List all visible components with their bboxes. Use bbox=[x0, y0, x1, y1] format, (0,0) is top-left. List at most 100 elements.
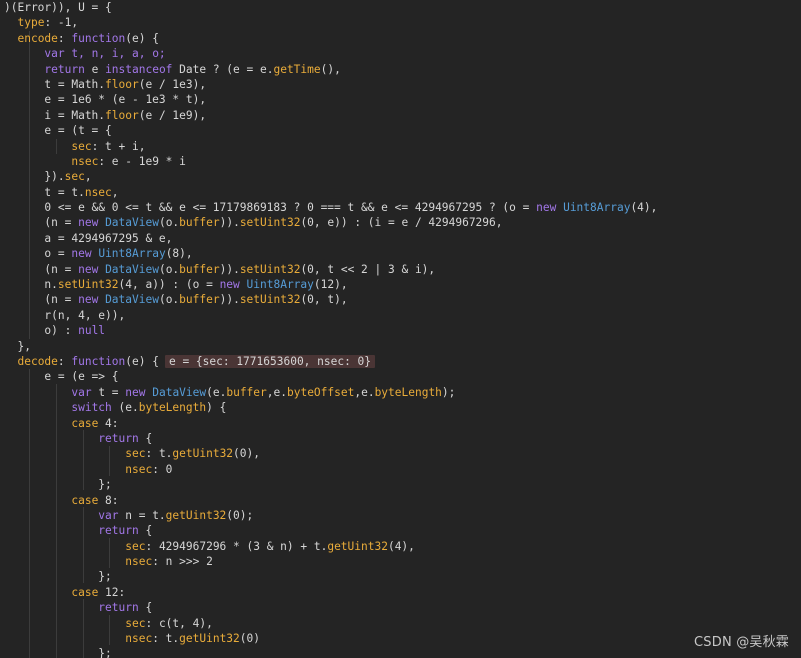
code-line[interactable]: t = Math.floor(e / 1e3), bbox=[4, 77, 801, 92]
code-line[interactable]: sec: t + i, bbox=[4, 139, 801, 154]
code-line[interactable]: return { bbox=[4, 523, 801, 538]
code-token: buffer bbox=[179, 216, 220, 230]
code-token: sec bbox=[71, 139, 92, 153]
code-token: : n >>> 2 bbox=[152, 555, 213, 569]
code-token: DataView bbox=[105, 262, 159, 276]
code-line[interactable]: nsec: 0 bbox=[4, 462, 801, 477]
code-line[interactable]: sec: c(t, 4), bbox=[4, 616, 801, 631]
code-line[interactable]: a = 4294967295 & e, bbox=[4, 231, 801, 246]
code-line[interactable]: n.setUint32(4, a)) : (o = new Uint8Array… bbox=[4, 277, 801, 292]
code-editor[interactable]: )(Error)), U = { type: -1, encode: funct… bbox=[0, 0, 801, 658]
code-line[interactable]: (n = new DataView(o.buffer)).setUint32(0… bbox=[4, 292, 801, 307]
code-token: : -1, bbox=[44, 16, 79, 30]
code-line[interactable]: r(n, 4, e)), bbox=[4, 308, 801, 323]
code-line[interactable]: i = Math.floor(e / 1e9), bbox=[4, 108, 801, 123]
code-token: buffer bbox=[179, 293, 220, 307]
code-token: )(Error)), U = { bbox=[4, 1, 112, 14]
code-line[interactable]: }; bbox=[4, 646, 801, 658]
code-line[interactable]: (n = new DataView(o.buffer)).setUint32(0… bbox=[4, 215, 801, 230]
code-token: : c(t, 4), bbox=[145, 616, 213, 630]
code-line[interactable]: sec: t.getUint32(0), bbox=[4, 446, 801, 461]
code-line[interactable]: sec: 4294967296 * (3 & n) + t.getUint32(… bbox=[4, 539, 801, 554]
code-token: : t. bbox=[152, 632, 180, 646]
code-token: (o. bbox=[158, 293, 180, 307]
code-line[interactable]: return { bbox=[4, 431, 801, 446]
code-line[interactable]: switch (e.byteLength) { bbox=[4, 400, 801, 415]
code-line[interactable]: var t, n, i, a, o; bbox=[4, 46, 801, 61]
code-line[interactable]: nsec: n >>> 2 bbox=[4, 554, 801, 569]
code-token: function bbox=[71, 31, 126, 45]
code-line[interactable]: e = 1e6 * (e - 1e3 * t), bbox=[4, 92, 801, 107]
code-token: nsec bbox=[125, 555, 153, 569]
code-line[interactable]: }; bbox=[4, 477, 801, 492]
code-token: e bbox=[84, 62, 106, 76]
code-line[interactable]: return { bbox=[4, 600, 801, 615]
code-token: (0); bbox=[226, 508, 254, 522]
code-line[interactable]: (n = new DataView(o.buffer)).setUint32(0… bbox=[4, 262, 801, 277]
code-line[interactable]: return e instanceof Date ? (e = e.getTim… bbox=[4, 62, 801, 77]
code-line[interactable]: }; bbox=[4, 569, 801, 584]
code-token: }; bbox=[4, 647, 112, 658]
code-token: (4, a)) : (o = bbox=[118, 278, 220, 292]
code-line[interactable]: e = (e => { bbox=[4, 369, 801, 384]
code-token: (e / 1e3), bbox=[138, 77, 207, 91]
code-line[interactable]: type: -1, bbox=[4, 15, 801, 30]
code-token: nsec bbox=[71, 154, 99, 168]
code-line[interactable]: 0 <= e && 0 <= t && e <= 17179869183 ? 0… bbox=[4, 200, 801, 215]
code-line[interactable]: )(Error)), U = { bbox=[4, 0, 801, 15]
code-token: e = (t = { bbox=[4, 124, 112, 138]
code-token: return bbox=[44, 62, 85, 76]
code-token: function bbox=[71, 354, 126, 368]
code-token: Uint8Array bbox=[246, 278, 314, 292]
code-token: e = (e => { bbox=[4, 370, 119, 384]
code-token: (8), bbox=[165, 247, 193, 261]
code-line[interactable]: }).sec, bbox=[4, 169, 801, 184]
code-token: Uint8Array bbox=[98, 247, 166, 261]
code-line[interactable]: case 4: bbox=[4, 416, 801, 431]
code-token: DataView bbox=[105, 216, 159, 230]
code-token: : t. bbox=[145, 447, 173, 461]
code-line[interactable]: decode: function(e) {e = {sec: 177165360… bbox=[4, 354, 801, 369]
code-token: }). bbox=[4, 170, 65, 184]
code-line[interactable]: nsec: e - 1e9 * i bbox=[4, 154, 801, 169]
code-token: { bbox=[138, 601, 153, 615]
code-token: t = t. bbox=[4, 185, 85, 199]
code-token: : bbox=[57, 31, 72, 45]
csdn-watermark: CSDN @吴秋霖 bbox=[694, 635, 789, 650]
code-line[interactable]: nsec: t.getUint32(0) bbox=[4, 631, 801, 646]
code-line[interactable]: t = t.nsec, bbox=[4, 185, 801, 200]
code-token: , bbox=[84, 170, 92, 184]
code-token: new bbox=[125, 385, 146, 399]
code-token: (n = bbox=[4, 216, 79, 230]
code-token: var bbox=[98, 508, 119, 522]
code-line[interactable]: case 8: bbox=[4, 493, 801, 508]
code-token: { bbox=[138, 431, 153, 445]
code-line[interactable]: case 12: bbox=[4, 585, 801, 600]
code-line[interactable]: encode: function(e) { bbox=[4, 31, 801, 46]
code-token: getUint32 bbox=[165, 508, 227, 522]
code-token: byteOffset bbox=[286, 385, 355, 399]
code-token: new bbox=[536, 201, 557, 215]
code-token: 12: bbox=[98, 585, 126, 599]
code-line[interactable]: o = new Uint8Array(8), bbox=[4, 246, 801, 261]
code-token: ) { bbox=[206, 401, 227, 415]
code-token: buffer bbox=[226, 385, 267, 399]
code-token: decode bbox=[17, 354, 58, 368]
code-line[interactable]: }, bbox=[4, 339, 801, 354]
code-line[interactable]: var n = t.getUint32(0); bbox=[4, 508, 801, 523]
code-token: setUint32 bbox=[57, 278, 119, 292]
code-token: (0, t), bbox=[300, 293, 348, 307]
code-line[interactable]: e = (t = { bbox=[4, 123, 801, 138]
code-token: new bbox=[71, 247, 92, 261]
code-token: new bbox=[78, 216, 99, 230]
code-line[interactable]: o) : null bbox=[4, 323, 801, 338]
code-line[interactable]: var t = new DataView(e.buffer,e.byteOffs… bbox=[4, 385, 801, 400]
